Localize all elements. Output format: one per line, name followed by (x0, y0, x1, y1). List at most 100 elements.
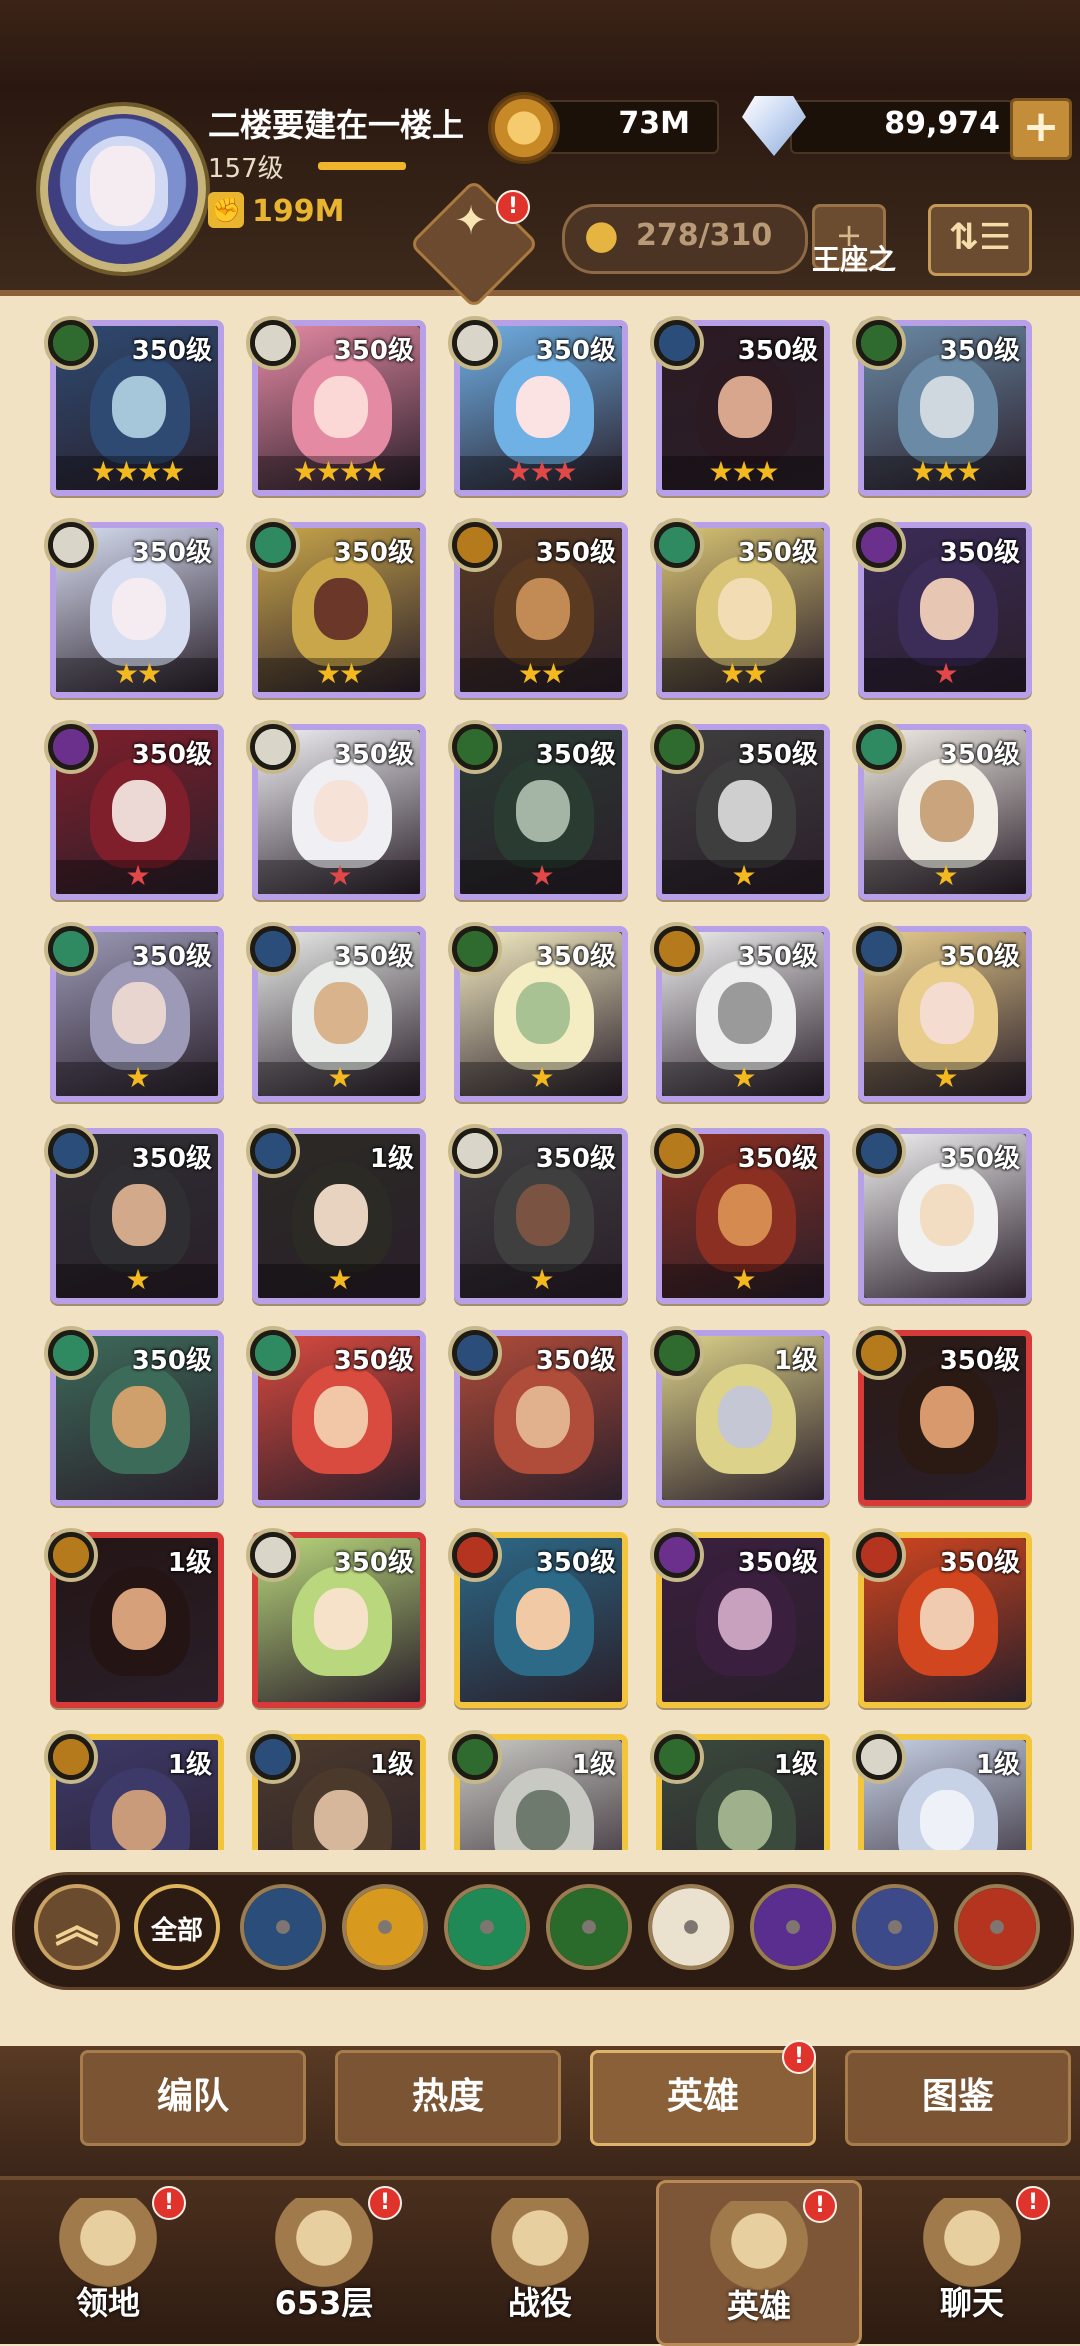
hero-card[interactable]: ★ 350级 (44, 922, 224, 1102)
hero-card[interactable]: 350级 (448, 1326, 628, 1506)
forest-faction-icon (448, 720, 502, 774)
wilder-faction-icon (650, 518, 704, 572)
hero-card[interactable]: 350级 (246, 1528, 426, 1708)
flame-emblem-icon[interactable] (954, 1884, 1040, 1970)
nav-alert-badge: ! (1016, 2186, 1050, 2220)
celestial-faction-icon (246, 1528, 300, 1582)
hero-level: 350级 (535, 942, 616, 972)
hero-level: 350级 (535, 1548, 616, 1578)
hero-card[interactable]: ★ 350级 (650, 720, 830, 900)
hero-face (920, 578, 974, 640)
hero-level: 350级 (535, 538, 616, 568)
nav-item-0[interactable]: 领地! (8, 2180, 208, 2340)
nav-item-1[interactable]: 653层! (224, 2180, 424, 2340)
leaf-emblem-icon[interactable] (444, 1884, 530, 1970)
level-progress-bar (318, 162, 406, 170)
hero-card[interactable]: 350级 (44, 1326, 224, 1506)
hero-card[interactable]: 350级 (852, 1528, 1032, 1708)
hero-card[interactable]: ★ 350级 (448, 922, 628, 1102)
lightbearer-faction-icon (650, 316, 704, 370)
filter-all-label: 全部 (150, 1916, 203, 1946)
hero-stars: ★★★ (910, 455, 981, 488)
hero-level: 1级 (167, 1548, 212, 1578)
sub-tab-3[interactable]: 图鉴 (845, 2050, 1071, 2146)
hero-card[interactable]: 1级 (650, 1730, 830, 1850)
hero-face (718, 982, 772, 1044)
hero-card[interactable]: ★ 350级 (246, 720, 426, 900)
hero-stars: ★ (529, 1263, 554, 1296)
nav-item-3[interactable]: 英雄! (656, 2180, 862, 2346)
nav-alert-badge: ! (368, 2186, 402, 2220)
hero-face (314, 982, 368, 1044)
sub-tab-2[interactable]: 英雄 (590, 2050, 816, 2146)
hero-level: 350级 (333, 1548, 414, 1578)
hero-card[interactable]: ★ 350级 (650, 922, 830, 1102)
hero-stars: ★★★★ (292, 455, 387, 488)
hero-card[interactable]: ★ 350级 (852, 720, 1032, 900)
forest-faction-icon (650, 1326, 704, 1380)
hero-card[interactable]: ★ 350级 (44, 1124, 224, 1304)
hero-stars: ★ (327, 859, 352, 892)
hero-card[interactable]: ★ 350级 (448, 1124, 628, 1304)
hero-level: 1级 (571, 1750, 616, 1780)
hero-card[interactable]: 350级 (246, 1326, 426, 1506)
hero-level: 1级 (369, 1750, 414, 1780)
hero-level: 350级 (737, 942, 818, 972)
hero-level: 350级 (333, 740, 414, 770)
hero-face (920, 1386, 974, 1448)
mauler-emblem-icon[interactable] (342, 1884, 428, 1970)
hero-card[interactable]: 350级 (852, 1326, 1032, 1506)
hero-level: 1级 (369, 1144, 414, 1174)
hero-card[interactable]: 1级 (852, 1730, 1032, 1850)
hero-face (112, 1184, 166, 1246)
hero-card[interactable]: ★★★ 350级 (448, 316, 628, 496)
hero-face (314, 1386, 368, 1448)
hero-card[interactable]: 1级 (44, 1528, 224, 1708)
hero-level: 350级 (131, 336, 212, 366)
hero-card[interactable]: 350级 (852, 1124, 1032, 1304)
hero-card[interactable]: 350级 (650, 1528, 830, 1708)
hero-stars: ★ (125, 859, 150, 892)
hero-card[interactable]: 1级 (44, 1730, 224, 1850)
hero-card[interactable]: ★★ 350级 (44, 518, 224, 698)
sub-tab-1[interactable]: 热度 (335, 2050, 561, 2146)
hero-card[interactable]: ★ 350级 (448, 720, 628, 900)
hero-card[interactable]: ★ 350级 (650, 1124, 830, 1304)
hero-stars: ★★ (113, 657, 162, 690)
hero-card[interactable]: ★ 350级 (852, 922, 1032, 1102)
scroll-up-chevron-icon[interactable]: ︽ (34, 1884, 120, 1970)
player-avatar[interactable] (40, 106, 206, 272)
sort-button[interactable]: ⇅☰ (928, 204, 1032, 276)
purple-crystal-icon[interactable] (750, 1884, 836, 1970)
hero-face (920, 376, 974, 438)
hero-card[interactable]: 1级 (246, 1730, 426, 1850)
gold-value: 73M (618, 106, 690, 141)
hero-card[interactable]: ★ 350级 (246, 922, 426, 1102)
nav-item-2[interactable]: 战役 (440, 2180, 640, 2340)
compass-star-icon[interactable] (240, 1884, 326, 1970)
white-star-icon[interactable] (648, 1884, 734, 1970)
hero-card[interactable]: ★★ 350级 (246, 518, 426, 698)
hero-card[interactable]: ★★★ 350级 (852, 316, 1032, 496)
hero-card[interactable]: ★ 350级 (44, 720, 224, 900)
hero-face (516, 1184, 570, 1246)
person-icon: ● (584, 212, 619, 258)
sub-tab-0[interactable]: 编队 (80, 2050, 306, 2146)
hero-card[interactable]: ★★ 350级 (650, 518, 830, 698)
celestial-faction-icon (448, 316, 502, 370)
nav-label: 聊天 (939, 2284, 1004, 2322)
trophy-star-icon: ✦ (454, 198, 488, 244)
hero-card[interactable]: ★★★★ 350级 (246, 316, 426, 496)
ring-emblem-icon[interactable] (852, 1884, 938, 1970)
hero-card[interactable]: ★ 350级 (852, 518, 1032, 698)
hero-card[interactable]: 1级 (448, 1730, 628, 1850)
hero-card[interactable]: ★ 1级 (246, 1124, 426, 1304)
hero-card[interactable]: ★★ 350级 (448, 518, 628, 698)
eye-emblem-icon[interactable] (546, 1884, 632, 1970)
nav-item-4[interactable]: 聊天! (872, 2180, 1072, 2340)
add-gems-button[interactable]: + (1010, 98, 1072, 160)
hero-card[interactable]: ★★★★ 350级 (44, 316, 224, 496)
hero-card[interactable]: ★★★ 350级 (650, 316, 830, 496)
hero-card[interactable]: 350级 (448, 1528, 628, 1708)
hero-card[interactable]: 1级 (650, 1326, 830, 1506)
